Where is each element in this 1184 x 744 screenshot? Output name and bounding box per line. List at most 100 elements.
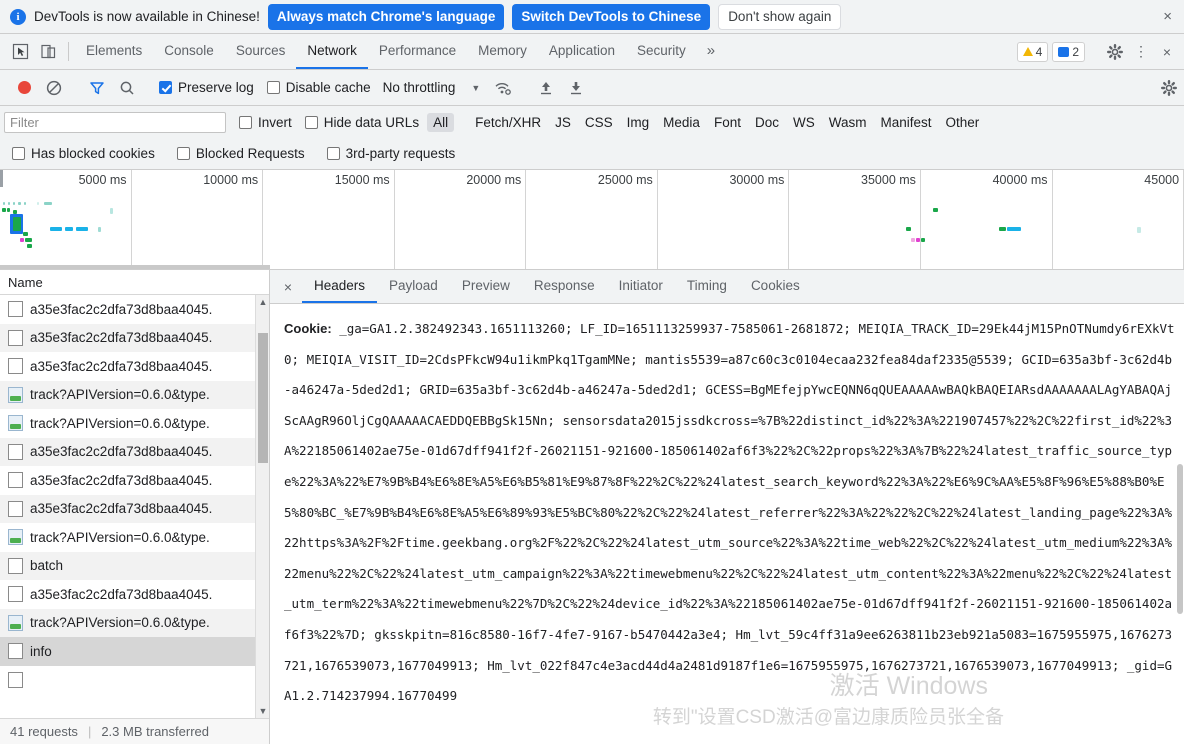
image-icon (8, 529, 23, 546)
filter-toolbar: Invert Hide data URLs All Fetch/XHR JS C… (0, 106, 1184, 138)
export-har-icon[interactable] (561, 74, 591, 102)
filter-type-doc[interactable]: Doc (749, 113, 785, 132)
filter-type-wasm[interactable]: Wasm (823, 113, 873, 132)
blocked-requests-checkbox[interactable]: Blocked Requests (176, 146, 305, 161)
disable-cache-checkbox-box (266, 81, 280, 94)
disable-cache-checkbox[interactable]: Disable cache (266, 80, 371, 95)
request-headers-content[interactable]: Cookie: _ga=GA1.2.382492343.1651113260; … (270, 304, 1184, 744)
table-row[interactable]: track?APIVersion=0.6.0&type. (0, 523, 269, 552)
tab-sources[interactable]: Sources (225, 34, 297, 69)
windows-activation-watermark-line1: 激活 Windows (829, 672, 988, 701)
detail-scrollbar[interactable] (1176, 304, 1184, 744)
hide-data-urls-checkbox[interactable]: Hide data URLs (304, 115, 419, 130)
filter-type-fetch-xhr[interactable]: Fetch/XHR (469, 113, 547, 132)
table-row[interactable]: track?APIVersion=0.6.0&type. (0, 608, 269, 637)
filter-input[interactable] (4, 111, 226, 133)
tab-initiator[interactable]: Initiator (607, 270, 675, 303)
has-blocked-cookies-label: Has blocked cookies (31, 146, 155, 161)
scroll-up-icon[interactable]: ▲ (256, 295, 270, 309)
table-row[interactable]: a35e3fac2c2dfa73d8baa4045. (0, 295, 269, 324)
preserve-log-checkbox[interactable]: Preserve log (159, 80, 254, 95)
funnel-icon[interactable] (82, 74, 112, 102)
table-row[interactable]: a35e3fac2c2dfa73d8baa4045. (0, 494, 269, 523)
dont-show-again-button[interactable]: Don't show again (718, 3, 842, 30)
import-har-icon[interactable] (531, 74, 561, 102)
close-icon[interactable]: × (1159, 8, 1176, 25)
warning-triangle-icon (1022, 47, 1033, 56)
filter-type-js[interactable]: JS (549, 113, 577, 132)
tab-performance[interactable]: Performance (368, 34, 467, 69)
tab-preview[interactable]: Preview (450, 270, 522, 303)
record-button[interactable] (9, 74, 39, 102)
tab-timing[interactable]: Timing (675, 270, 739, 303)
request-count-label: 41 requests (10, 724, 78, 739)
message-count-badge[interactable]: 2 (1052, 41, 1085, 62)
overview-scrollbar[interactable] (0, 265, 270, 269)
inspect-cursor-icon[interactable] (6, 34, 34, 69)
warning-count-badge[interactable]: 4 (1016, 41, 1049, 62)
table-row-selected[interactable]: info (0, 637, 269, 666)
tab-application[interactable]: Application (538, 34, 626, 69)
table-row[interactable]: track?APIVersion=0.6.0&type. (0, 380, 269, 409)
tab-console[interactable]: Console (153, 34, 225, 69)
network-conditions-icon[interactable] (488, 74, 518, 102)
invert-checkbox[interactable]: Invert (239, 115, 292, 130)
tab-network[interactable]: Network (296, 34, 368, 69)
scroll-down-icon[interactable]: ▼ (256, 704, 270, 718)
panel-tabs: Elements Console Sources Network Perform… (75, 34, 725, 69)
filter-type-img[interactable]: Img (621, 113, 656, 132)
tab-response[interactable]: Response (522, 270, 607, 303)
close-detail-icon[interactable]: × (274, 270, 302, 303)
kebab-menu-icon[interactable]: ⋮ (1128, 37, 1154, 67)
tab-security[interactable]: Security (626, 34, 697, 69)
chevron-down-icon[interactable]: ▼ (471, 83, 480, 93)
clear-button[interactable] (39, 74, 69, 102)
document-icon (8, 586, 23, 603)
overview-tick-label: 35000 ms (861, 173, 916, 187)
table-row[interactable]: a35e3fac2c2dfa73d8baa4045. (0, 466, 269, 495)
request-list-scrollbar[interactable]: ▲ ▼ (255, 295, 269, 718)
tab-headers[interactable]: Headers (302, 270, 378, 303)
has-blocked-cookies-checkbox[interactable]: Has blocked cookies (12, 146, 155, 161)
tab-payload[interactable]: Payload (377, 270, 450, 303)
filter-type-all[interactable]: All (427, 112, 455, 132)
gear-icon[interactable] (1102, 37, 1128, 67)
throttling-select[interactable]: No throttling (383, 80, 456, 95)
filter-type-font[interactable]: Font (708, 113, 747, 132)
request-list-header: Name (0, 270, 269, 295)
overview-segment: 20000 ms (395, 170, 527, 269)
network-settings-gear-icon[interactable] (1154, 74, 1184, 102)
close-devtools-icon[interactable]: × (1154, 37, 1180, 67)
detail-scrollbar-thumb[interactable] (1177, 464, 1183, 614)
tab-cookies[interactable]: Cookies (739, 270, 812, 303)
third-party-requests-checkbox[interactable]: 3rd-party requests (326, 146, 455, 161)
filter-type-ws[interactable]: WS (787, 113, 821, 132)
tab-memory[interactable]: Memory (467, 34, 538, 69)
table-row[interactable] (0, 666, 269, 695)
filter-type-media[interactable]: Media (657, 113, 706, 132)
banner-message: DevTools is now available in Chinese! (34, 9, 260, 24)
table-row[interactable]: batch (0, 551, 269, 580)
table-row[interactable]: track?APIVersion=0.6.0&type. (0, 409, 269, 438)
more-tabs-icon[interactable]: » (697, 34, 725, 69)
table-row[interactable]: a35e3fac2c2dfa73d8baa4045. (0, 352, 269, 381)
switch-to-chinese-button[interactable]: Switch DevTools to Chinese (512, 3, 711, 30)
table-row[interactable]: a35e3fac2c2dfa73d8baa4045. (0, 580, 269, 609)
always-match-language-button[interactable]: Always match Chrome's language (267, 3, 505, 30)
request-list-body[interactable]: a35e3fac2c2dfa73d8baa4045. a35e3fac2c2df… (0, 295, 269, 718)
column-header-name[interactable]: Name (8, 275, 43, 290)
device-toolbar-icon[interactable] (34, 34, 62, 69)
filter-type-css[interactable]: CSS (579, 113, 619, 132)
scrollbar-thumb[interactable] (258, 333, 268, 463)
filter-type-other[interactable]: Other (940, 113, 986, 132)
preserve-log-checkbox-box (159, 81, 172, 94)
table-row[interactable]: a35e3fac2c2dfa73d8baa4045. (0, 323, 269, 352)
network-lower-pane: Name a35e3fac2c2dfa73d8baa4045. a35e3fac… (0, 270, 1184, 744)
filter-type-manifest[interactable]: Manifest (874, 113, 937, 132)
invert-checkbox-box (239, 115, 252, 129)
table-row[interactable]: a35e3fac2c2dfa73d8baa4045. (0, 437, 269, 466)
tab-elements[interactable]: Elements (75, 34, 153, 69)
network-overview-timeline[interactable]: 5000 ms 10000 ms 15000 ms 20000 ms 25000… (0, 170, 1184, 270)
request-name: a35e3fac2c2dfa73d8baa4045. (30, 586, 213, 602)
search-icon[interactable] (112, 74, 142, 102)
